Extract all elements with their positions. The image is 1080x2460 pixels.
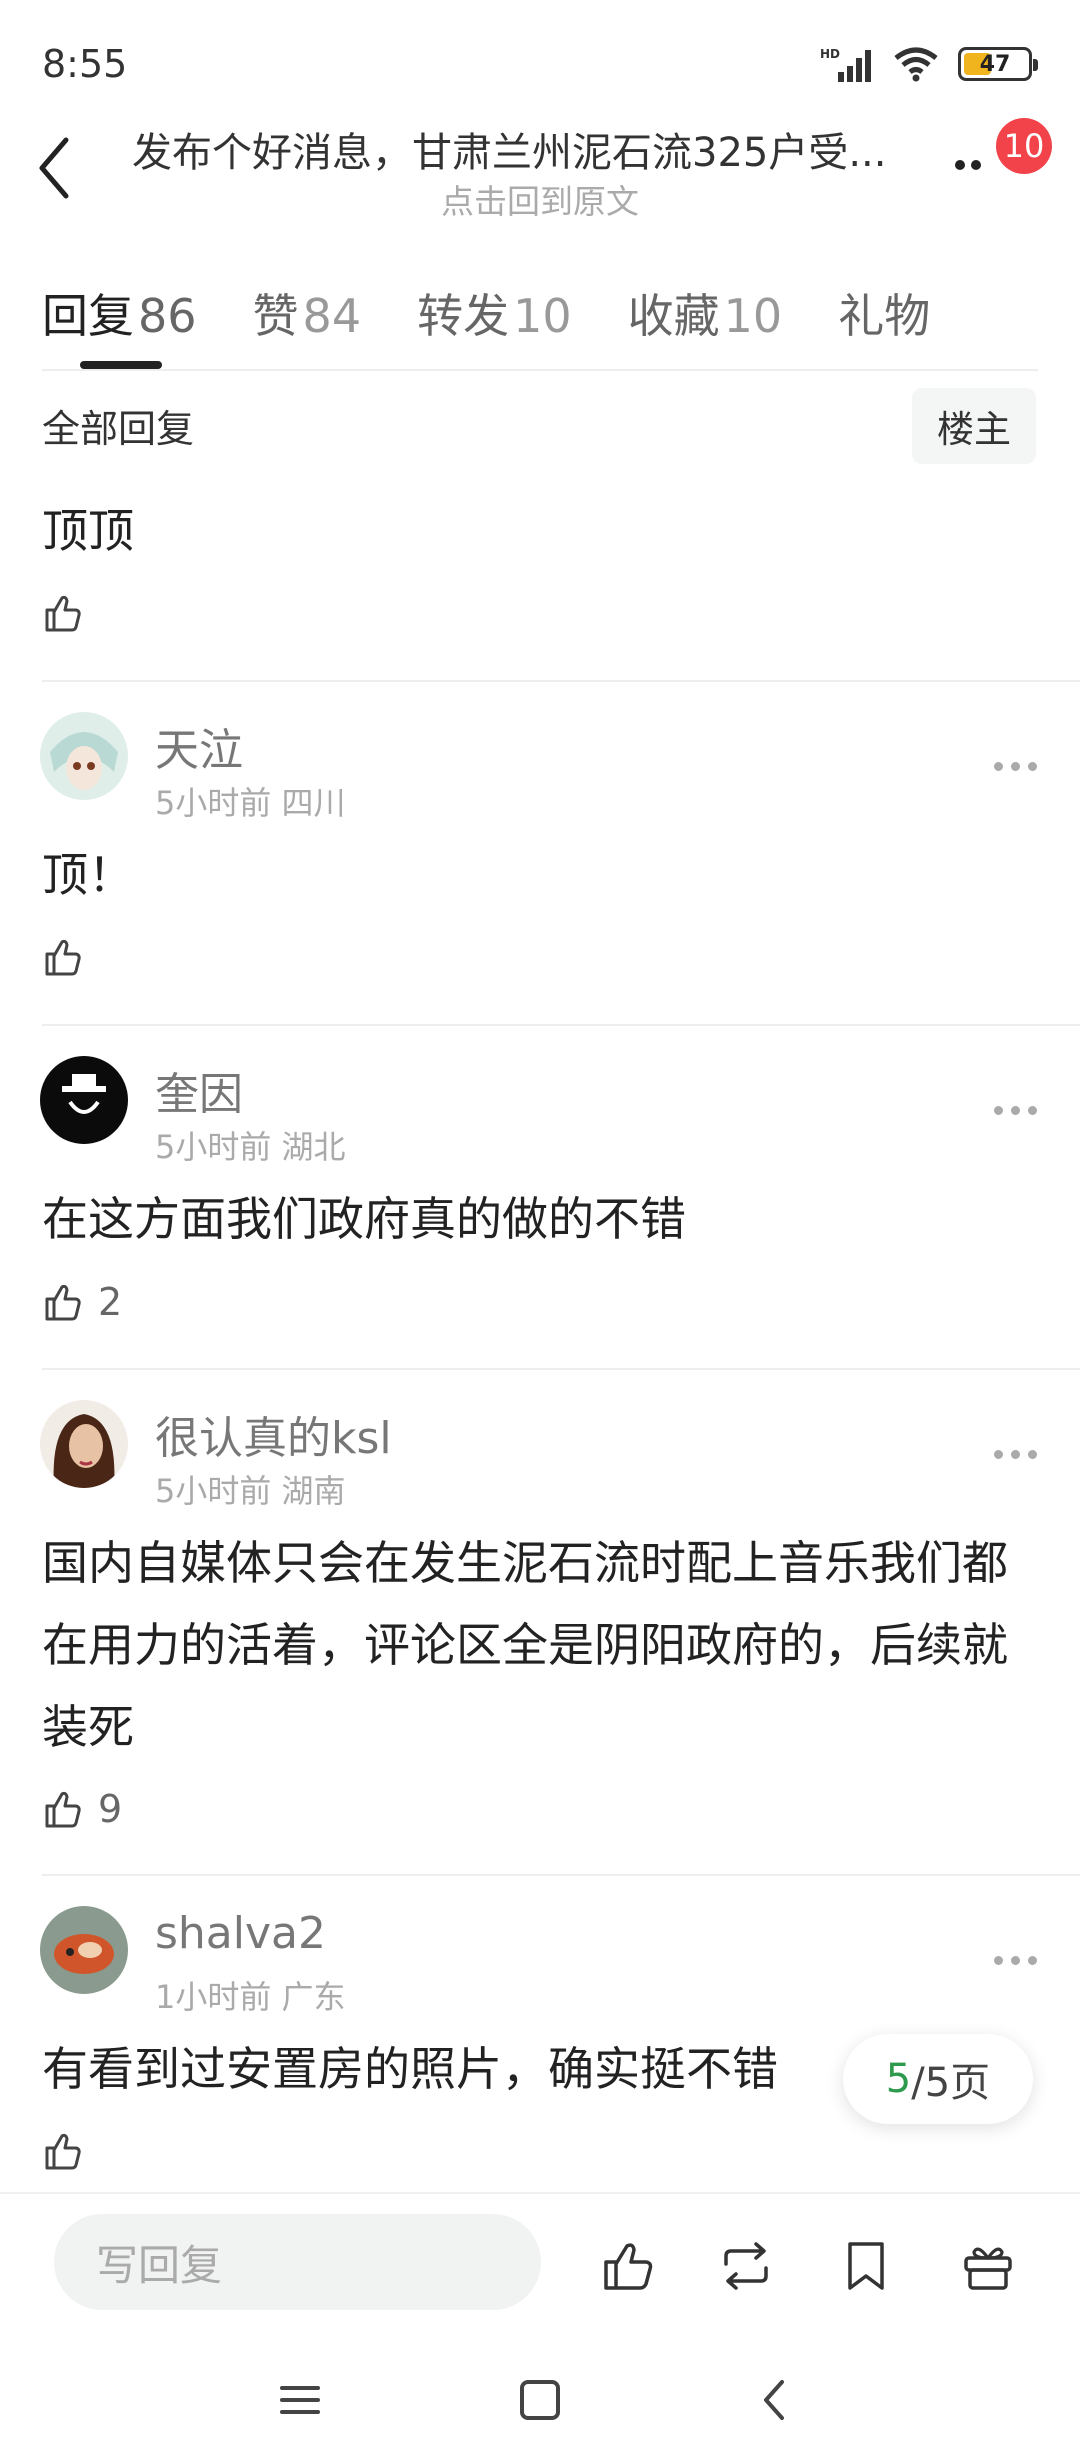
wifi-icon (894, 47, 938, 82)
active-tab-indicator (80, 361, 162, 369)
notification-badge[interactable]: 10 (996, 118, 1052, 174)
comment-meta: 1小时前 广东 (155, 1978, 346, 2016)
back-to-original-link[interactable]: 点击回到原文 (0, 175, 1080, 223)
tab-count: 10 (513, 289, 572, 343)
like-icon (45, 595, 81, 632)
divider (42, 1874, 1080, 1876)
thread-title[interactable]: 发布个好消息，甘肃兰州泥石流325户受... (132, 120, 922, 178)
like-icon (45, 939, 81, 976)
tab-reposts[interactable]: 转发 10 (417, 280, 572, 360)
more-icon[interactable] (994, 1106, 1037, 1115)
avatar[interactable] (40, 1056, 128, 1144)
repost-icon[interactable] (716, 2236, 776, 2296)
like-button[interactable] (42, 936, 98, 978)
username[interactable]: 奎因 (155, 1058, 243, 1122)
like-button[interactable]: 2 (42, 1280, 122, 1324)
divider (42, 680, 1080, 682)
home-icon[interactable] (508, 2368, 572, 2432)
tab-count: 84 (302, 289, 362, 343)
divider (42, 1368, 1080, 1370)
op-only-button[interactable]: 楼主 (912, 388, 1036, 464)
page-indicator[interactable]: 5/5页 (843, 2034, 1033, 2124)
more-icon[interactable] (994, 1956, 1037, 1965)
battery-level: 47 (979, 51, 1011, 77)
avatar[interactable] (40, 712, 128, 800)
tab-likes[interactable]: 赞 84 (253, 280, 362, 360)
signal-icon: HD (820, 47, 871, 82)
tab-label: 回复 (42, 289, 134, 343)
like-button[interactable] (42, 2130, 98, 2172)
comment-meta: 5小时前 四川 (155, 784, 346, 822)
battery-indicator: 47 (958, 47, 1038, 81)
current-page: 5 (885, 2056, 912, 2102)
divider (42, 1024, 1080, 1026)
tab-favorites[interactable]: 收藏 10 (628, 280, 783, 360)
avatar[interactable] (40, 1906, 128, 1994)
tab-label: 赞 (252, 289, 299, 343)
avatar[interactable] (40, 1400, 128, 1488)
all-replies-label: 全部回复 (42, 407, 195, 451)
reply-input[interactable]: 写回复 (54, 2214, 541, 2310)
like-button[interactable] (42, 592, 98, 634)
tab-replies[interactable]: 回复 86 (42, 280, 197, 360)
comment-text: 在这方面我们政府真的做的不错 (42, 1192, 686, 1246)
tab-label: 收藏 (627, 289, 720, 343)
comment-text: 国内自媒体只会在发生泥石流时配上音乐我们都在用力的活着，评论区全是阴阳政府的，后… (42, 1536, 1008, 1754)
svg-text:HD: HD (820, 47, 840, 61)
tab-gifts[interactable]: 礼物 (838, 280, 930, 360)
total-pages: /5页 (911, 2060, 991, 2106)
more-icon[interactable] (955, 160, 981, 170)
status-icons: HD 47 (820, 46, 1038, 82)
like-count: 2 (98, 1280, 123, 1324)
like-icon (45, 1791, 81, 1828)
tab-label: 礼物 (838, 289, 931, 343)
tab-count: 86 (138, 289, 197, 343)
comment-meta: 5小时前 湖南 (155, 1472, 346, 1510)
divider (42, 369, 1038, 371)
username[interactable]: 天泣 (155, 714, 243, 778)
more-icon[interactable] (994, 1450, 1037, 1459)
comment-text: 顶！ (42, 848, 134, 902)
comment-meta: 5小时前 湖北 (155, 1128, 346, 1166)
more-icon[interactable] (994, 762, 1037, 771)
status-time: 8:55 (42, 42, 128, 86)
comment-text: 顶顶 (42, 504, 134, 558)
tab-label: 转发 (417, 289, 510, 343)
like-button[interactable]: 9 (42, 1787, 122, 1831)
nav-back-icon[interactable] (744, 2368, 808, 2432)
bookmark-icon[interactable] (836, 2236, 896, 2296)
like-icon (45, 2133, 81, 2170)
like-icon (45, 1284, 81, 1321)
like-count: 9 (98, 1787, 123, 1831)
username[interactable]: 很认真的ksl (155, 1402, 392, 1466)
tab-count: 10 (723, 289, 783, 343)
like-icon[interactable] (598, 2236, 658, 2296)
username[interactable]: shalva2 (155, 1908, 326, 1959)
gift-icon[interactable] (958, 2236, 1018, 2296)
menu-icon[interactable] (268, 2368, 332, 2432)
tab-bar: 回复 86 赞 84 转发 10 收藏 10 礼物 (42, 280, 1042, 360)
